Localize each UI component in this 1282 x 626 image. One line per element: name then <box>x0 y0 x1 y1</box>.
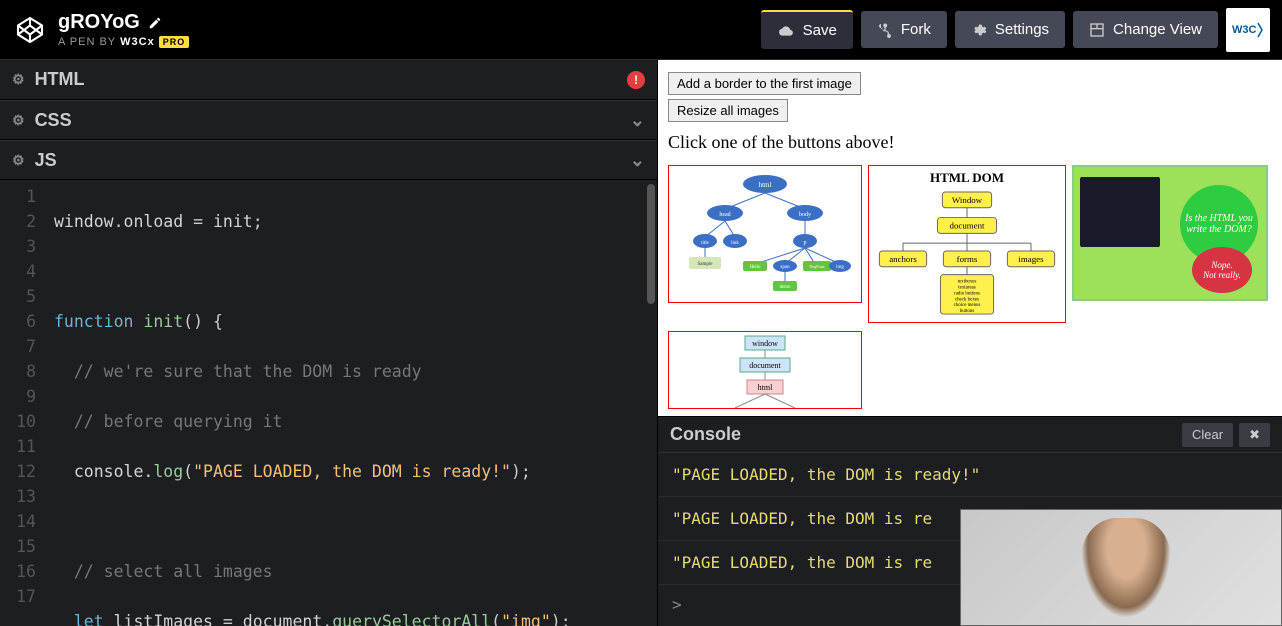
instruction-text: Click one of the buttons above! <box>668 132 1272 153</box>
dom-diagram-title: HTML DOM <box>930 170 1004 186</box>
webcam-overlay <box>960 509 1282 626</box>
chevron-down-icon[interactable]: ⌄ <box>630 150 645 171</box>
edit-icon[interactable] <box>148 16 162 30</box>
editor-column: ⚙ HTML ! ⚙ CSS ⌄ ⚙ JS ⌄ 1234567891011121… <box>0 60 658 626</box>
svg-text:html: html <box>759 181 772 189</box>
app-header: gROYoG A PEN BY W3Cx PRO Save Fork Setti… <box>0 0 1282 60</box>
change-view-button[interactable]: Change View <box>1073 11 1218 48</box>
console-panel: Console Clear ✖ "PAGE LOADED, the DOM is… <box>658 416 1282 626</box>
css-panel-label: CSS <box>35 110 72 131</box>
promo-nope: Nope. <box>1211 260 1232 270</box>
svg-text:head: head <box>719 212 730 218</box>
svg-text:Window: Window <box>952 195 983 205</box>
fork-icon <box>877 22 893 38</box>
svg-text:anchors: anchors <box>889 254 917 264</box>
svg-text:textareas: textareas <box>958 285 976 290</box>
main-area: ⚙ HTML ! ⚙ CSS ⌄ ⚙ JS ⌄ 1234567891011121… <box>0 60 1282 626</box>
scrollbar-thumb[interactable] <box>647 184 655 304</box>
promo-text-1: Is the HTML you <box>1185 213 1253 224</box>
error-badge[interactable]: ! <box>627 71 645 89</box>
svg-text:W3C: W3C <box>1232 24 1257 36</box>
promo-not: Not really. <box>1203 270 1241 280</box>
cloud-icon <box>777 24 795 38</box>
output-pane[interactable]: Add a border to the first image Resize a… <box>658 60 1282 416</box>
right-column: Add a border to the first image Resize a… <box>658 60 1282 626</box>
fork-label: Fork <box>901 21 931 38</box>
js-panel-label: JS <box>35 150 57 171</box>
svg-text:radio buttons: radio buttons <box>954 291 980 296</box>
svg-text:document: document <box>749 361 781 370</box>
save-label: Save <box>803 22 837 39</box>
header-buttons: Save Fork Settings Change View W3C <box>761 8 1270 52</box>
dom-tree-2-image: window document html <box>668 331 862 409</box>
css-panel-header[interactable]: ⚙ CSS ⌄ <box>0 100 657 140</box>
svg-text:body: body <box>799 212 811 218</box>
save-button[interactable]: Save <box>761 10 853 49</box>
console-header: Console Clear ✖ <box>658 417 1282 453</box>
console-line: "PAGE LOADED, the DOM is ready!" <box>658 453 1282 497</box>
svg-text:buttons: buttons <box>960 309 975 314</box>
gear-icon[interactable]: ⚙ <box>12 112 25 129</box>
svg-text:DogPoint: DogPoint <box>809 264 825 269</box>
svg-text:choice menus: choice menus <box>954 303 981 308</box>
svg-text:span: span <box>780 265 790 270</box>
svg-text:images: images <box>1018 254 1044 264</box>
dom-tree-image: html head body title link p Sample Hello <box>668 165 862 303</box>
svg-text:demo: demo <box>779 285 791 290</box>
clear-button[interactable]: Clear <box>1182 423 1233 447</box>
html-dom-diagram: HTML DOM Window document anchors forms i… <box>868 165 1066 323</box>
author-link[interactable]: W3Cx <box>120 36 155 48</box>
svg-text:link: link <box>731 241 739 246</box>
close-button[interactable]: ✖ <box>1239 423 1270 447</box>
settings-label: Settings <box>995 21 1049 38</box>
settings-button[interactable]: Settings <box>955 11 1065 48</box>
promo-text-2: write the DOM? <box>1186 224 1252 235</box>
codepen-logo[interactable] <box>12 12 48 48</box>
svg-text:window: window <box>752 339 778 348</box>
js-panel-header[interactable]: ⚙ JS ⌄ <box>0 140 657 180</box>
fork-button[interactable]: Fork <box>861 11 947 48</box>
pen-subtitle: A PEN BY W3Cx PRO <box>58 36 761 48</box>
code-content[interactable]: window.onload = init; function init() { … <box>44 180 571 626</box>
image-row: html head body title link p Sample Hello <box>668 165 1272 409</box>
subtitle-prefix: A PEN BY <box>58 36 116 48</box>
js-editor[interactable]: 1234567891011121314151617 window.onload … <box>0 180 657 626</box>
svg-text:Sample: Sample <box>698 262 714 267</box>
svg-text:check boxes: check boxes <box>955 297 979 302</box>
svg-text:p: p <box>804 240 807 246</box>
svg-text:textboxes: textboxes <box>958 280 977 285</box>
gear-icon[interactable]: ⚙ <box>12 152 25 169</box>
gear-icon <box>971 22 987 38</box>
svg-text:html: html <box>758 383 773 392</box>
console-title: Console <box>670 424 741 445</box>
promo-image: Is the HTML you write the DOM? Nope. Not… <box>1072 165 1268 301</box>
svg-text:img: img <box>836 265 844 270</box>
svg-text:Hello: Hello <box>749 265 761 270</box>
chevron-down-icon[interactable]: ⌄ <box>630 110 645 131</box>
add-border-button[interactable]: Add a border to the first image <box>668 72 861 95</box>
svg-text:forms: forms <box>957 254 978 264</box>
change-view-label: Change View <box>1113 21 1202 38</box>
line-gutter: 1234567891011121314151617 <box>0 180 44 626</box>
html-panel-header[interactable]: ⚙ HTML ! <box>0 60 657 100</box>
html-panel-label: HTML <box>35 69 85 90</box>
title-area: gROYoG A PEN BY W3Cx PRO <box>58 11 761 48</box>
w3c-logo[interactable]: W3C <box>1226 8 1270 52</box>
console-body[interactable]: "PAGE LOADED, the DOM is ready!" "PAGE L… <box>658 453 1282 626</box>
pen-title-text: gROYoG <box>58 11 140 34</box>
layout-icon <box>1089 22 1105 38</box>
pen-title[interactable]: gROYoG <box>58 11 761 34</box>
resize-images-button[interactable]: Resize all images <box>668 99 788 122</box>
gear-icon[interactable]: ⚙ <box>12 71 25 88</box>
svg-text:document: document <box>950 220 985 230</box>
svg-text:title: title <box>701 241 710 246</box>
pro-badge: PRO <box>159 36 190 48</box>
